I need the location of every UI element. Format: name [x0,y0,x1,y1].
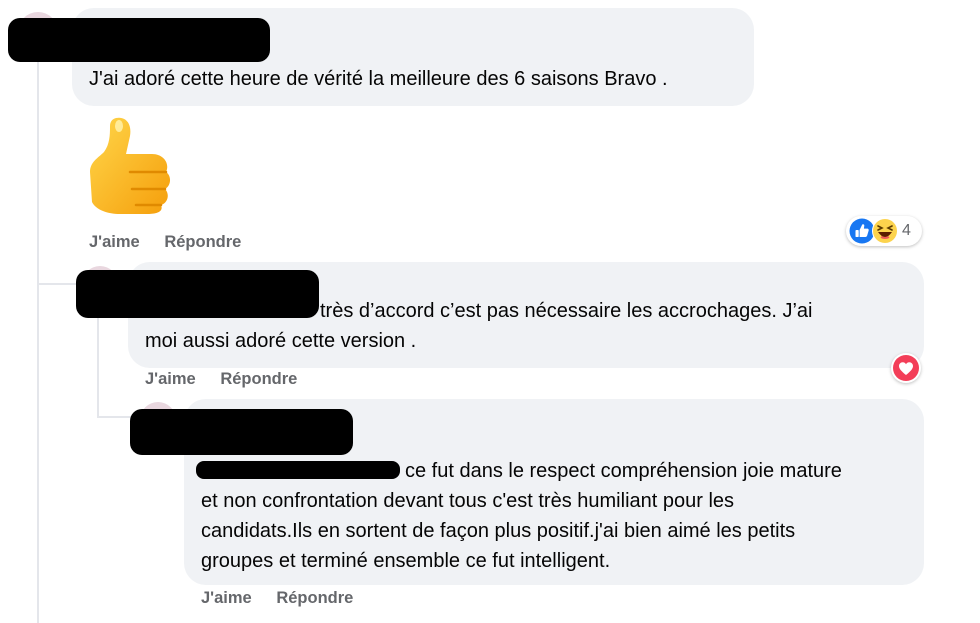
reply-button[interactable]: Répondre [276,589,353,607]
thread-line-reply [97,305,99,417]
reply-button[interactable]: Répondre [164,233,241,251]
heart-icon [893,355,919,381]
like-button[interactable]: J'aime [145,370,196,388]
reaction-summary[interactable] [891,353,921,383]
comment-actions: J'aime Répondre [145,370,297,389]
redacted-author-name [130,409,353,455]
redacted-author-name [76,270,319,318]
thumbs-up-icon [86,114,176,214]
thread-line-main [37,30,39,623]
thread-connector-reply1 [37,283,77,285]
comment-actions: J'aime Répondre [89,233,241,252]
like-button[interactable]: J'aime [89,233,140,251]
reply-button[interactable]: Répondre [220,370,297,388]
comment-text-line: candidats.Ils en sortent de façon plus p… [201,520,796,542]
comment-actions: J'aime Répondre [201,589,353,608]
comment-text-line: ce fut dans le respect compréhension joi… [405,460,842,482]
comment-text-line: très d’accord c’est pas nécessaire les a… [320,300,813,322]
comment-text-line: groupes et terminé ensemble ce fut intel… [201,550,611,572]
reaction-summary[interactable]: 4 [846,216,922,246]
reaction-count: 4 [902,222,911,239]
redacted-author-name [8,18,270,62]
redacted-mention [196,461,400,479]
laugh-icon [872,218,898,244]
comment-text-line: et non confrontation devant tous c'est t… [201,490,735,512]
comment-text: J'ai adoré cette heure de vérité la meil… [89,68,668,90]
like-button[interactable]: J'aime [201,589,252,607]
comment-text-line: moi aussi adoré cette version . [145,330,417,352]
